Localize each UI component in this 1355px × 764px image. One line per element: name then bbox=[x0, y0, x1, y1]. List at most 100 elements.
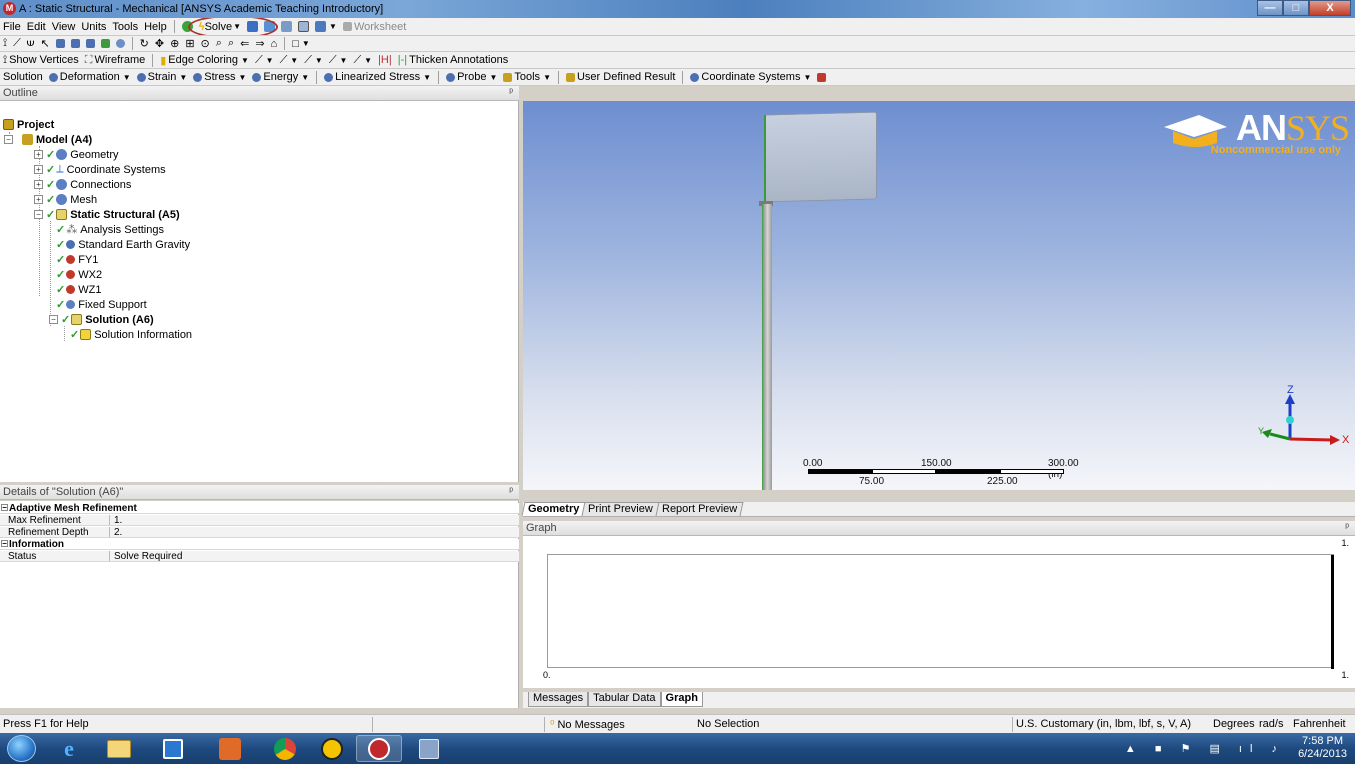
tab-report-preview[interactable]: Report Preview bbox=[655, 502, 744, 516]
wireframe-button[interactable]: ⛶ Wireframe bbox=[82, 54, 148, 67]
graphics-viewport[interactable]: ANSYS Noncommercial use only 0.00 150.00… bbox=[523, 101, 1355, 490]
previous-view-icon[interactable]: ⇐ bbox=[237, 37, 252, 50]
menu-tools[interactable]: Tools bbox=[109, 21, 141, 33]
thicken-annotations-button[interactable]: |-| Thicken Annotations bbox=[395, 54, 511, 66]
pin-icon[interactable]: ᵖ bbox=[509, 486, 513, 497]
expand-icon[interactable]: + bbox=[34, 150, 43, 159]
zoom-icon[interactable]: ⊕ bbox=[167, 37, 182, 50]
menu-help[interactable]: Help bbox=[141, 21, 170, 33]
tree-item-static-structural[interactable]: − ✓ Static Structural (A5) bbox=[34, 207, 180, 222]
collapse-icon[interactable]: − bbox=[1, 540, 8, 548]
edge-style-button[interactable]: ⟋ ▼ bbox=[326, 54, 351, 67]
tree-item-geometry[interactable]: + ✓ Geometry bbox=[34, 147, 119, 162]
select-body-icon[interactable] bbox=[53, 39, 68, 48]
start-button[interactable] bbox=[7, 735, 36, 762]
maximize-button[interactable]: □ bbox=[1283, 0, 1309, 16]
taskbar-outlook-icon[interactable] bbox=[150, 735, 196, 762]
worksheet-button[interactable]: Worksheet bbox=[340, 21, 409, 33]
toolbar-icon[interactable] bbox=[295, 21, 312, 32]
select-icon[interactable] bbox=[98, 39, 113, 48]
tree-item-connections[interactable]: + ✓ Connections bbox=[34, 177, 131, 192]
magnifier-icon[interactable]: ⌕ bbox=[213, 37, 225, 50]
taskbar-explorer-icon[interactable] bbox=[96, 735, 142, 762]
toolbar-icon[interactable]: ▼ bbox=[312, 21, 340, 32]
pin-icon[interactable]: ᵖ bbox=[509, 87, 513, 98]
report-icon[interactable] bbox=[814, 72, 829, 82]
taskbar-chrome-icon[interactable] bbox=[262, 735, 308, 762]
tree-item-solution-information[interactable]: ✓ Solution Information bbox=[70, 327, 192, 342]
edge-style-button[interactable]: ⟋ ▼ bbox=[252, 54, 277, 67]
coordinate-systems-button[interactable]: Coordinate Systems ▼ bbox=[687, 71, 814, 83]
taskbar-mechanical-icon[interactable] bbox=[356, 735, 402, 762]
taskbar-app-icon[interactable] bbox=[207, 735, 253, 762]
solve-button[interactable]: ϟ Solve ▼ bbox=[187, 18, 278, 35]
edge-style-button[interactable]: ⟋ ▼ bbox=[277, 54, 302, 67]
details-row[interactable]: Max Refinement Loops 1. bbox=[0, 515, 519, 537]
strain-button[interactable]: Strain ▼ bbox=[134, 71, 191, 83]
select-edge-icon[interactable]: ⟋ bbox=[10, 37, 24, 50]
pin-icon[interactable]: ᵖ bbox=[1345, 522, 1349, 533]
taskbar-app-icon[interactable] bbox=[406, 735, 452, 762]
minimize-button[interactable]: — bbox=[1257, 0, 1283, 16]
tree-item-project[interactable]: Project bbox=[3, 117, 54, 132]
menu-edit[interactable]: Edit bbox=[24, 21, 49, 33]
menu-view[interactable]: View bbox=[49, 21, 79, 33]
isometric-icon[interactable]: ⌂ bbox=[268, 38, 281, 50]
details-row[interactable]: Status Solve Required bbox=[0, 551, 519, 562]
deformation-button[interactable]: Deformation ▼ bbox=[46, 71, 134, 83]
show-vertices-button[interactable]: ⟟ Show Vertices bbox=[0, 54, 82, 67]
tree-item-wz1[interactable]: ✓ WZ1 bbox=[56, 282, 101, 297]
toolbar-icon[interactable] bbox=[278, 21, 295, 32]
system-tray-icons[interactable]: ▲ ■ ⚑ ▤ ıl ♪ bbox=[1125, 742, 1285, 755]
close-button[interactable]: X bbox=[1309, 0, 1351, 16]
select-icon[interactable] bbox=[68, 39, 83, 48]
graph-plot-area[interactable] bbox=[547, 554, 1334, 669]
edge-thickness-icon[interactable]: |H| bbox=[375, 54, 395, 66]
zoom-fit-icon[interactable]: ⊙ bbox=[198, 37, 213, 50]
user-defined-result-button[interactable]: User Defined Result bbox=[563, 71, 678, 83]
stress-button[interactable]: Stress ▼ bbox=[190, 71, 249, 83]
edge-style-button[interactable]: ⟋ ▼ bbox=[350, 54, 375, 67]
messages-status[interactable]: ⁰ No Messages bbox=[550, 718, 625, 731]
tools-button[interactable]: Tools ▼ bbox=[500, 71, 554, 83]
expand-icon[interactable]: + bbox=[34, 165, 43, 174]
extend-selection-icon[interactable] bbox=[113, 39, 128, 48]
select-vertex-icon[interactable]: ⟟ bbox=[0, 37, 10, 50]
taskbar-ie-icon[interactable]: e bbox=[46, 735, 92, 762]
collapse-icon[interactable]: − bbox=[49, 315, 58, 324]
select-face-icon[interactable]: ⟒ bbox=[24, 37, 38, 50]
pan-icon[interactable]: ✥ bbox=[152, 37, 167, 50]
magnifier-icon[interactable]: ⌕ bbox=[225, 37, 237, 50]
tree-item-standard-earth-gravity[interactable]: ✓ Standard Earth Gravity bbox=[56, 237, 190, 252]
system-clock[interactable]: 7:58 PM 6/24/2013 bbox=[1298, 735, 1347, 761]
collapse-icon[interactable]: − bbox=[4, 135, 13, 144]
edge-coloring-button[interactable]: ▮ Edge Coloring ▼ bbox=[157, 54, 252, 67]
select-mode-icon[interactable]: ↖ bbox=[37, 37, 52, 50]
edge-style-button[interactable]: ⟋ ▼ bbox=[301, 54, 326, 67]
collapse-icon[interactable]: − bbox=[34, 210, 43, 219]
details-row[interactable]: Refinement Depth 2. bbox=[0, 527, 519, 538]
tab-graph[interactable]: Graph bbox=[660, 692, 703, 707]
energy-button[interactable]: Energy ▼ bbox=[249, 71, 312, 83]
menu-units[interactable]: Units bbox=[78, 21, 109, 33]
collapse-icon[interactable]: − bbox=[1, 504, 8, 512]
tree-item-wx2[interactable]: ✓ WX2 bbox=[56, 267, 102, 282]
probe-button[interactable]: Probe ▼ bbox=[443, 71, 500, 83]
details-section[interactable]: − Adaptive Mesh Refinement bbox=[0, 503, 519, 514]
zoom-box-icon[interactable]: ⊞ bbox=[182, 37, 197, 50]
axis-triad[interactable]: Z X Y bbox=[1258, 384, 1349, 454]
tab-messages[interactable]: Messages bbox=[528, 692, 589, 707]
tab-tabular-data[interactable]: Tabular Data bbox=[588, 692, 661, 707]
expand-icon[interactable]: + bbox=[34, 195, 43, 204]
details-section[interactable]: − Information bbox=[0, 539, 519, 550]
expand-icon[interactable]: + bbox=[34, 180, 43, 189]
select-icon[interactable] bbox=[83, 39, 98, 48]
rotate-icon[interactable]: ↻ bbox=[137, 37, 152, 50]
tree-item-mesh[interactable]: + ✓ Mesh bbox=[34, 192, 97, 207]
linearized-stress-button[interactable]: Linearized Stress ▼ bbox=[321, 71, 434, 83]
menu-file[interactable]: File bbox=[0, 21, 24, 33]
tree-item-fixed-support[interactable]: ✓ Fixed Support bbox=[56, 297, 147, 312]
taskbar-workbench-icon[interactable] bbox=[309, 735, 355, 762]
tab-print-preview[interactable]: Print Preview bbox=[581, 502, 660, 516]
tree-item-solution[interactable]: − ✓ Solution (A6) bbox=[49, 312, 154, 327]
